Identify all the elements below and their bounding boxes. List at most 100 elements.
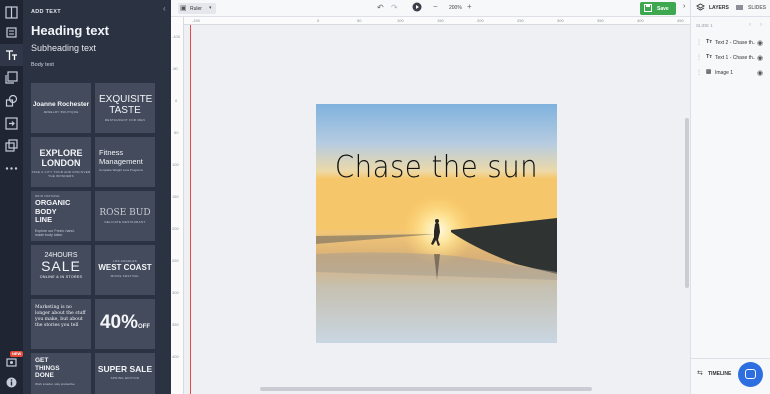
save-button[interactable]: Save xyxy=(640,2,676,15)
text-template-tile[interactable]: LOS ANGELES WEST COAST MOVIE FESTIVAL xyxy=(95,245,155,295)
layers-panel: LAYERS SLIDES SLIDE 1 ‹ › ⋮ Tт Text 2 - … xyxy=(690,0,770,394)
text-template-tile[interactable]: Joanne Rochester JEWELRY BOUTIQUE xyxy=(31,83,91,133)
headline-text[interactable]: Chase the sun xyxy=(326,150,548,185)
shapes-icon[interactable] xyxy=(5,94,18,107)
template-subtitle: SPRING EDITION xyxy=(110,376,140,380)
text-template-tile[interactable]: 40%OFF xyxy=(95,299,155,349)
chat-support-button[interactable] xyxy=(738,362,763,387)
redo-icon[interactable]: ↷ xyxy=(391,3,398,12)
slide-next-icon[interactable]: › xyxy=(760,22,762,28)
text-template-tile[interactable]: GET THINGS DONE Work smarter, stay produ… xyxy=(31,353,91,394)
ruler-tick: 150 xyxy=(437,18,444,23)
media-icon[interactable] xyxy=(5,71,18,84)
ruler-tick: 400 xyxy=(172,354,179,359)
text-template-tile[interactable]: EXQUISITE TASTE RESTAURANT FOR MEN xyxy=(95,83,155,133)
text-icon[interactable] xyxy=(5,49,18,62)
ruler-tick: 450 xyxy=(677,18,684,23)
layer-item[interactable]: ⋮ Tт Text 1 - Chase th... ◉ xyxy=(691,52,770,64)
copy-icon[interactable] xyxy=(5,139,18,152)
save-label: Save xyxy=(657,5,669,12)
layer-item[interactable]: ⋮ ▨ Image 1 ◉ xyxy=(691,67,770,79)
ruler-tick: 250 xyxy=(172,258,179,263)
add-heading-text[interactable]: Heading text xyxy=(31,23,109,38)
ruler-tick: -50 xyxy=(172,66,178,71)
undo-icon[interactable]: ↶ xyxy=(377,3,384,12)
template-title: SALE xyxy=(41,258,81,274)
drag-handle-icon[interactable]: ⋮ xyxy=(696,54,702,61)
text-template-tile[interactable]: Fitness Management Complete Weight Loss … xyxy=(95,137,155,187)
ruler-tick: 0 xyxy=(317,18,320,23)
text-template-tile[interactable]: Marketing is no longer about the stuff y… xyxy=(31,299,91,349)
template-title: Fitness Management xyxy=(99,148,143,166)
editor-app: NEW ADD TEXT ‹ Heading text Subheading t… xyxy=(0,0,770,394)
layouts-icon[interactable] xyxy=(5,26,18,39)
ruler-guide-line[interactable] xyxy=(190,25,191,394)
text-template-tile[interactable]: SUPER SALE SPRING EDITION xyxy=(95,353,155,394)
info-icon[interactable] xyxy=(5,376,18,389)
tab-layers[interactable]: LAYERS xyxy=(709,5,729,11)
template-title: EXQUISITE TASTE xyxy=(99,94,153,116)
template-title: 40% xyxy=(99,312,139,333)
text-template-tile[interactable]: 24HOURS SALE ONLINE & IN STORES xyxy=(31,245,91,295)
text-template-tile[interactable]: SKIN NATURAL ORGANIC BODY LINE Explore o… xyxy=(31,191,91,241)
template-title: SUPER SALE xyxy=(97,364,153,374)
expand-panel-icon[interactable]: › xyxy=(683,3,685,10)
template-title: ROSE BUD xyxy=(99,208,151,218)
ruler-tick: 50 xyxy=(174,130,179,135)
icon-rail: NEW xyxy=(0,0,24,394)
export-icon[interactable] xyxy=(5,117,18,130)
play-icon[interactable] xyxy=(412,2,422,14)
template-subtitle: OFF xyxy=(138,324,151,330)
ruler-tick: 250 xyxy=(517,18,524,23)
visibility-eye-icon[interactable]: ◉ xyxy=(757,69,763,77)
ruler-icon: ▣ xyxy=(180,5,187,12)
ruler-toggle-button[interactable]: ▣ Ruler ▾ xyxy=(178,3,216,14)
canvas-horizontal-scrollbar[interactable] xyxy=(260,387,592,391)
slide-artboard[interactable]: Chase the sun xyxy=(316,104,557,343)
ruler-tick: 100 xyxy=(172,162,179,167)
zoom-out-icon[interactable]: − xyxy=(433,2,438,11)
text-template-tile[interactable]: EXPLORE LONDON TAKE A CITY TOUR AND DISC… xyxy=(31,137,91,187)
drag-handle-icon[interactable]: ⋮ xyxy=(696,69,702,76)
add-text-panel: ADD TEXT ‹ Heading text Subheading text … xyxy=(23,0,171,394)
sunset-beach-image[interactable] xyxy=(316,104,557,343)
layer-name: Text 2 - Chase th... xyxy=(715,40,755,46)
visibility-eye-icon[interactable]: ◉ xyxy=(757,39,763,47)
zoom-level: 200% xyxy=(449,5,462,11)
drag-handle-icon[interactable]: ⋮ xyxy=(696,39,702,46)
ruler-tick: 200 xyxy=(477,18,484,23)
canvas-vertical-scrollbar[interactable] xyxy=(685,118,689,288)
visibility-eye-icon[interactable]: ◉ xyxy=(757,54,763,62)
image-layer-icon: ▨ xyxy=(706,69,712,75)
panel-title: ADD TEXT xyxy=(31,9,61,15)
template-subtitle: Explore our Fresh, hand-made body lotion xyxy=(35,228,75,237)
more-icon[interactable] xyxy=(5,162,18,175)
template-subtitle: Work smarter, stay productive xyxy=(35,381,75,386)
text-layer-icon: Tт xyxy=(706,54,713,60)
template-subtitle: RESTAURANT FOR MEN xyxy=(104,118,146,122)
collapse-panel-icon[interactable]: ‹ xyxy=(163,4,166,13)
template-subtitle: JEWELRY BOUTIQUE xyxy=(43,110,79,114)
slide-label: SLIDE 1 xyxy=(696,23,713,28)
new-badge: NEW xyxy=(10,351,24,357)
ruler-tick: -100 xyxy=(172,34,181,39)
text-template-tile[interactable]: ROSE BUD DELICATE RESTAURANT xyxy=(95,191,155,241)
save-icon xyxy=(644,4,652,14)
timeline-icon: ⇆ xyxy=(697,370,703,377)
template-title: EXPLORE LONDON xyxy=(39,148,83,168)
ruler-label: Ruler xyxy=(190,5,202,12)
ruler-tick: 200 xyxy=(172,226,179,231)
ruler-tick: 150 xyxy=(172,194,179,199)
ruler-tick: 300 xyxy=(557,18,564,23)
slide-prev-icon[interactable]: ‹ xyxy=(749,22,751,28)
template-icon[interactable] xyxy=(5,6,18,19)
template-title: Marketing is no longer about the stuff y… xyxy=(35,305,86,328)
add-body-text[interactable]: Body text xyxy=(31,62,54,68)
layer-item[interactable]: ⋮ Tт Text 2 - Chase th... ◉ xyxy=(691,37,770,49)
chat-icon xyxy=(745,369,756,379)
add-subheading-text[interactable]: Subheading text xyxy=(31,43,96,53)
zoom-in-icon[interactable]: + xyxy=(467,2,472,11)
tab-slides[interactable]: SLIDES xyxy=(748,5,766,11)
layers-icon xyxy=(695,3,706,14)
horizontal-ruler: -150 0 50 100 150 200 250 300 350 400 45… xyxy=(184,17,690,25)
